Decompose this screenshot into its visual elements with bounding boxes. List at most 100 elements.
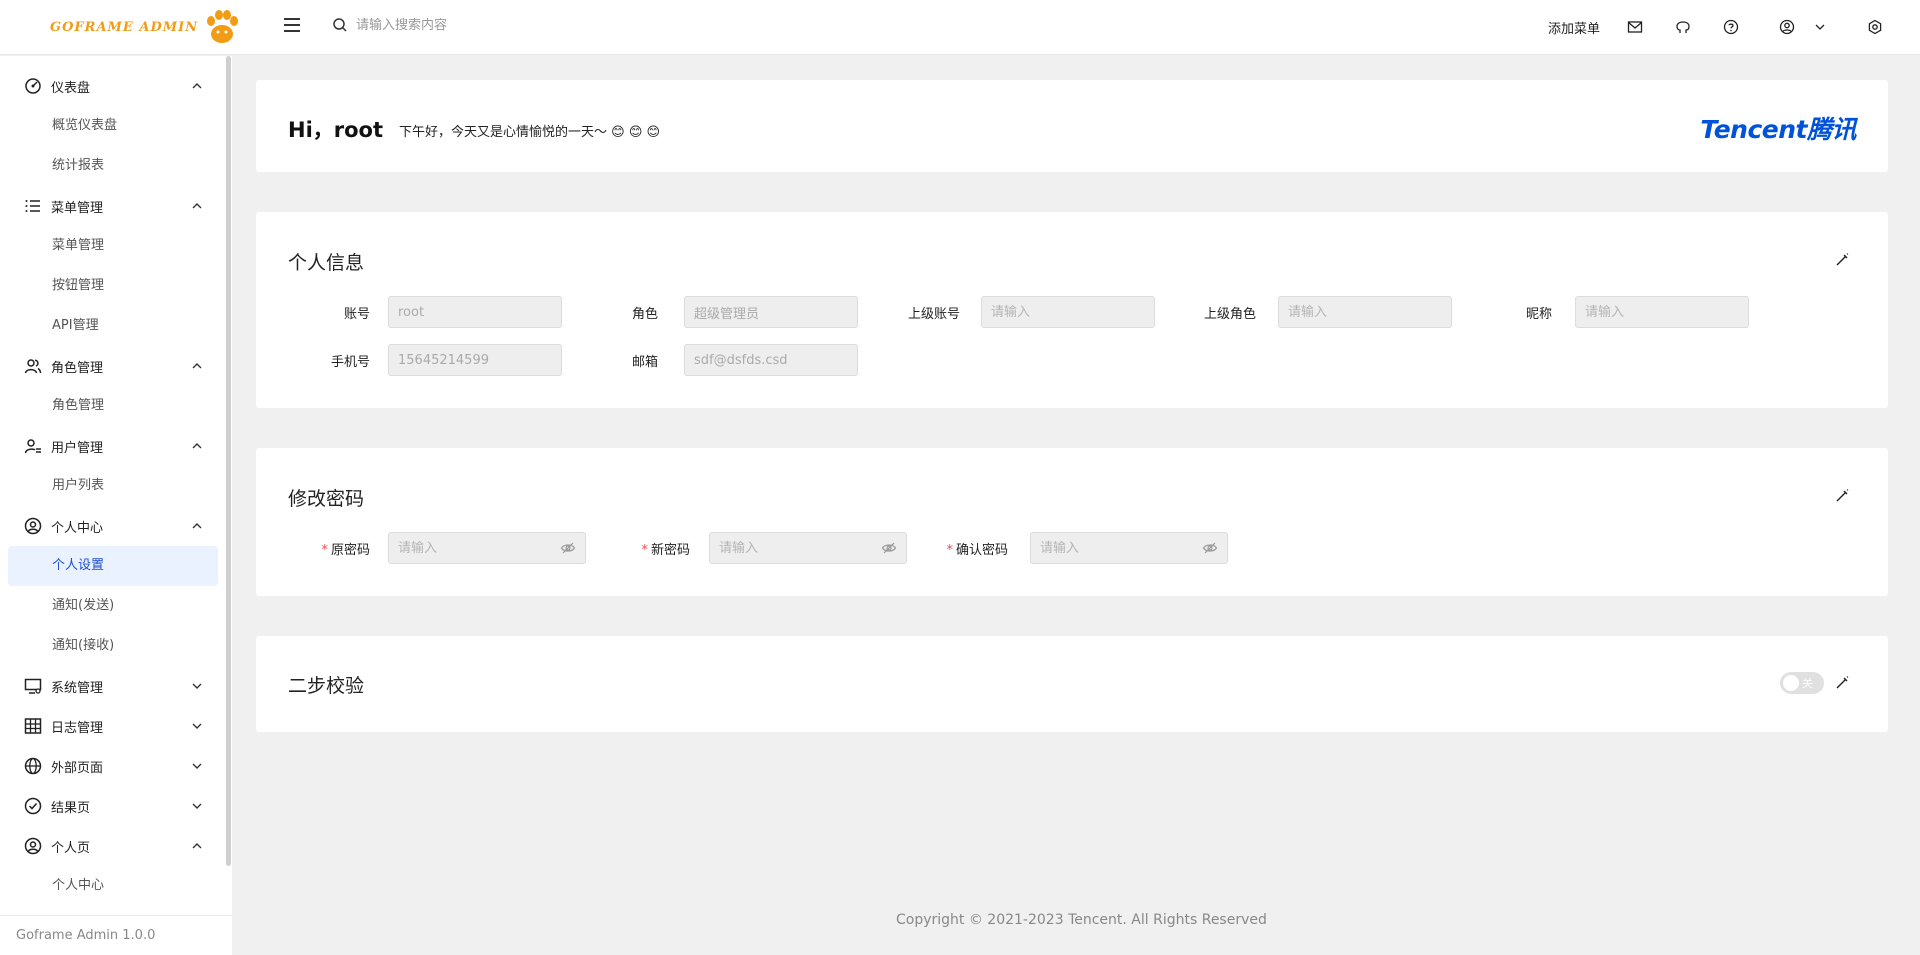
- sidebar-group-label: 日志管理: [51, 720, 104, 736]
- chevron-down-icon: [192, 723, 202, 729]
- sidebar-group-label: 仪表盘: [51, 80, 91, 96]
- add-menu-link[interactable]: 添加菜单: [1548, 18, 1600, 37]
- user-circle-icon: [24, 837, 42, 855]
- search-input[interactable]: [356, 17, 576, 33]
- check-circle-icon: [24, 797, 42, 815]
- chevron-down-icon: [192, 763, 202, 769]
- sidebar-group-4[interactable]: 个人中心: [0, 506, 226, 546]
- sidebar-group-label: 个人中心: [51, 520, 104, 536]
- two-step-card: 二步校验 关: [256, 636, 1888, 732]
- list-icon: [25, 200, 40, 212]
- usergroup-icon: [24, 359, 42, 374]
- phone-input[interactable]: [388, 344, 562, 376]
- eye-off-icon[interactable]: [1202, 540, 1218, 556]
- settings-icon[interactable]: [1867, 19, 1883, 35]
- user-list-icon: [24, 439, 41, 454]
- role-input[interactable]: [684, 296, 858, 328]
- sidebar-item[interactable]: 统计报表: [0, 146, 226, 186]
- new-password-label: * 新密码: [641, 543, 690, 558]
- password-title: 修改密码: [288, 488, 365, 510]
- nickname-label: 昵称: [1525, 307, 1552, 322]
- user-circle-icon: [24, 517, 42, 535]
- sidebar-group-1[interactable]: 菜单管理: [0, 186, 226, 226]
- internet-icon: [24, 757, 42, 775]
- chevron-up-icon: [192, 443, 202, 449]
- dashboard-icon: [25, 78, 41, 94]
- eye-off-icon[interactable]: [560, 540, 576, 556]
- new-password-input[interactable]: [709, 532, 907, 564]
- sidebar-group-label: 菜单管理: [51, 200, 104, 216]
- two-step-toggle[interactable]: 关: [1780, 672, 1824, 694]
- chevron-down-icon[interactable]: [1812, 19, 1828, 35]
- superior-account-input[interactable]: [981, 296, 1155, 328]
- sidebar-group-8[interactable]: 结果页: [0, 786, 226, 826]
- old-password-label: * 原密码: [321, 543, 370, 558]
- superior-role-input[interactable]: [1278, 296, 1452, 328]
- sidebar-item[interactable]: 通知(接收): [0, 626, 226, 666]
- paw-logo-icon: [207, 10, 239, 43]
- chevron-up-icon: [192, 203, 202, 209]
- phone-label: 手机号: [330, 355, 370, 370]
- sidebar-item[interactable]: 个人中心: [0, 866, 226, 906]
- sidebar-group-label: 外部页面: [51, 760, 104, 776]
- eye-off-icon[interactable]: [881, 540, 897, 556]
- sidebar-item[interactable]: 菜单管理: [0, 226, 226, 266]
- chevron-up-icon: [192, 523, 202, 529]
- search-icon[interactable]: [332, 17, 348, 33]
- account-input[interactable]: [388, 296, 562, 328]
- sidebar-group-label: 结果页: [51, 800, 91, 816]
- menu-fold-icon[interactable]: [284, 18, 300, 34]
- nickname-input[interactable]: [1575, 296, 1749, 328]
- greeting-emoji: 😊 😊 😊: [611, 125, 661, 140]
- email-input[interactable]: [684, 344, 858, 376]
- user-icon[interactable]: [1779, 19, 1795, 35]
- sidebar-item[interactable]: 通知(发送): [0, 586, 226, 626]
- chevron-up-icon: [192, 843, 202, 849]
- header-search: [332, 17, 576, 33]
- sidebar-item[interactable]: API管理: [0, 306, 226, 346]
- app-version: Goframe Admin 1.0.0: [0, 915, 232, 955]
- github-icon[interactable]: [1675, 19, 1691, 35]
- app-logo[interactable]: GOFRAME ADMIN: [50, 6, 242, 48]
- sidebar-item[interactable]: 概览仪表盘: [0, 106, 226, 146]
- email-label: 邮箱: [631, 355, 658, 370]
- sidebar-item[interactable]: 按钮管理: [0, 266, 226, 306]
- sidebar-item[interactable]: 个人设置: [8, 546, 218, 586]
- greeting-message: 下午好，今天又是心情愉悦的一天～ 😊 😊 😊: [399, 121, 660, 140]
- sidebar-group-label: 角色管理: [51, 360, 104, 376]
- chevron-down-icon: [192, 803, 202, 809]
- two-step-title: 二步校验: [288, 675, 365, 697]
- copyright: Copyright © 2021-2023 Tencent. All Right…: [896, 912, 1267, 928]
- edit-password-icon[interactable]: [1834, 488, 1850, 504]
- sidebar-item[interactable]: 用户列表: [0, 466, 226, 506]
- system-icon: [24, 678, 42, 694]
- greeting-card: Hi，root 下午好，今天又是心情愉悦的一天～ 😊 😊 😊 Tencent腾讯: [256, 80, 1888, 172]
- sidebar-group-9[interactable]: 个人页: [0, 826, 226, 866]
- sidebar-group-5[interactable]: 系统管理: [0, 666, 226, 706]
- sidebar-group-7[interactable]: 外部页面: [0, 746, 226, 786]
- sidebar-group-3[interactable]: 用户管理: [0, 426, 226, 466]
- tencent-logo: Tencent腾讯: [1700, 115, 1856, 144]
- sidebar-group-label: 系统管理: [51, 680, 104, 696]
- sidebar-group-label: 用户管理: [51, 440, 104, 456]
- sidebar-scrollbar[interactable]: [226, 56, 231, 866]
- help-icon[interactable]: [1723, 19, 1739, 35]
- edit-profile-icon[interactable]: [1834, 252, 1850, 268]
- toggle-label: 关: [1802, 677, 1813, 690]
- top-header: GOFRAME ADMIN 添加菜单: [0, 0, 1920, 55]
- mail-icon[interactable]: [1627, 19, 1643, 35]
- confirm-password-label: * 确认密码: [946, 543, 1008, 558]
- edit-two-step-icon[interactable]: [1834, 675, 1850, 691]
- sidebar-item[interactable]: 角色管理: [0, 386, 226, 426]
- old-password-input[interactable]: [388, 532, 586, 564]
- sidebar: 仪表盘 概览仪表盘 统计报表 菜单管理 菜单管理 按钮管理 API管理 角色管理 角色管理 用户管…: [0, 56, 232, 955]
- confirm-password-input[interactable]: [1030, 532, 1228, 564]
- table-icon: [24, 718, 42, 734]
- superior-role-label: 上级角色: [1203, 307, 1256, 322]
- sidebar-group-0[interactable]: 仪表盘: [0, 66, 226, 106]
- greeting-title: Hi，root: [288, 118, 384, 142]
- sidebar-group-6[interactable]: 日志管理: [0, 706, 226, 746]
- superior-account-label: 上级账号: [907, 307, 960, 322]
- chevron-up-icon: [192, 363, 202, 369]
- sidebar-group-2[interactable]: 角色管理: [0, 346, 226, 386]
